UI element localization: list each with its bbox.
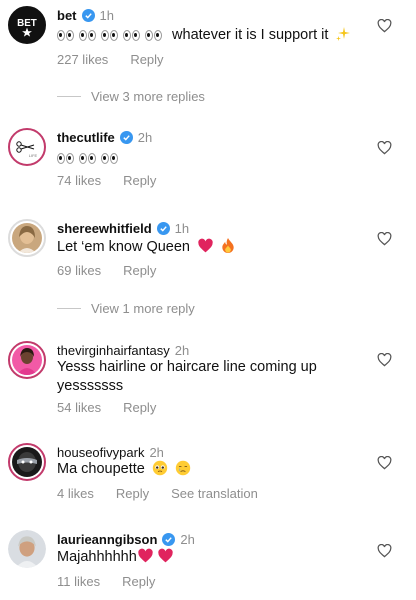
- pleading-face-icon: [152, 460, 168, 476]
- view-more-replies[interactable]: View 1 more reply: [57, 301, 195, 316]
- bet-logo-icon: BET: [10, 8, 44, 42]
- avatar[interactable]: [8, 443, 46, 481]
- comment-item: thevirginhairfantasy 2h Yesss hairline o…: [0, 337, 416, 417]
- comment-header: laurieanngibson 2h: [57, 532, 195, 547]
- eyes-emoji-icon: [57, 152, 118, 164]
- heart-outline-icon[interactable]: [377, 456, 392, 470]
- profile-photo: [8, 530, 46, 568]
- timestamp: 2h: [180, 532, 195, 547]
- comment-meta: 227 likes Reply: [57, 52, 164, 67]
- comment-text: Ma choupette: [57, 460, 191, 479]
- reply-button[interactable]: Reply: [123, 263, 156, 278]
- username[interactable]: houseofivypark: [57, 445, 144, 460]
- comment-text: Let ‘em know Queen: [57, 237, 235, 257]
- red-heart-icon: [158, 548, 173, 563]
- avatar[interactable]: [8, 341, 46, 379]
- username[interactable]: thecutlife: [57, 130, 115, 145]
- sparkles-icon: [336, 27, 351, 41]
- verified-badge-icon: [162, 533, 176, 546]
- divider: [57, 308, 81, 309]
- red-heart-icon: [198, 238, 213, 253]
- comment-meta: 74 likes Reply: [57, 173, 156, 188]
- comment-item: LIFE thecutlife 2h 74 likes Reply: [0, 122, 416, 202]
- likes-count[interactable]: 11 likes: [57, 574, 100, 589]
- eyes-emoji-icon: [57, 29, 162, 41]
- comment-header: thecutlife 2h: [57, 130, 152, 145]
- svg-text:LIFE: LIFE: [29, 153, 38, 158]
- divider: [57, 96, 81, 97]
- comment-header: thevirginhairfantasy 2h: [57, 343, 189, 358]
- view-more-replies[interactable]: View 3 more replies: [57, 89, 205, 104]
- username[interactable]: shereewhitfield: [57, 221, 152, 236]
- heart-outline-icon[interactable]: [377, 19, 392, 33]
- timestamp: 1h: [174, 221, 190, 236]
- likes-count[interactable]: 69 likes: [57, 263, 101, 278]
- crying-face-icon: [175, 460, 191, 476]
- username[interactable]: laurieanngibson: [57, 532, 157, 547]
- likes-count[interactable]: 4 likes: [57, 486, 94, 501]
- profile-photo: [12, 345, 42, 375]
- heart-outline-icon[interactable]: [377, 141, 392, 155]
- timestamp: 2h: [174, 343, 190, 358]
- avatar[interactable]: BET: [8, 6, 46, 44]
- username[interactable]: bet: [57, 8, 77, 23]
- verified-badge-icon: [156, 222, 170, 235]
- comment-meta: 69 likes Reply: [57, 263, 156, 278]
- reply-button[interactable]: Reply: [123, 400, 156, 415]
- verified-badge-icon: [81, 9, 95, 22]
- red-heart-icon: [138, 548, 153, 563]
- reply-button[interactable]: Reply: [123, 173, 156, 188]
- comment-text: Majahhhhhh: [57, 548, 174, 567]
- verified-badge-icon: [119, 131, 133, 144]
- comment-item: laurieanngibson 2h Majahhhhhh 11 likes R…: [0, 528, 416, 600]
- profile-photo: [12, 447, 42, 477]
- likes-count[interactable]: 74 likes: [57, 173, 101, 188]
- comment-text: [57, 149, 118, 168]
- comment-header: houseofivypark 2h: [57, 445, 164, 460]
- timestamp: 2h: [137, 130, 153, 145]
- reply-button[interactable]: Reply: [116, 486, 149, 501]
- comment-meta: 11 likes Reply: [57, 574, 155, 589]
- avatar-text: BET: [17, 18, 37, 29]
- heart-outline-icon[interactable]: [377, 353, 392, 367]
- avatar[interactable]: [8, 530, 46, 568]
- timestamp: 2h: [149, 445, 164, 460]
- fire-icon: [222, 237, 234, 254]
- avatar[interactable]: LIFE: [8, 128, 46, 166]
- comment-meta: 4 likes Reply See translation: [57, 486, 258, 501]
- timestamp: 1h: [99, 8, 114, 23]
- heart-outline-icon[interactable]: [377, 232, 392, 246]
- comment-text: whatever it is I support it: [57, 26, 351, 45]
- reply-button[interactable]: Reply: [122, 574, 155, 589]
- comment-header: bet 1h: [57, 8, 114, 23]
- comment-text: Yesss hairline or haircare line coming u…: [57, 359, 317, 394]
- scissors-logo-icon: LIFE: [12, 132, 42, 162]
- likes-count[interactable]: 227 likes: [57, 52, 108, 67]
- comment-item: BET bet 1h whatever it is I support it 2…: [0, 0, 416, 110]
- comment-header: shereewhitfield 1h: [57, 221, 189, 236]
- comment-item: shereewhitfield 1h Let ‘em know Queen 69…: [0, 213, 416, 318]
- see-translation-button[interactable]: See translation: [171, 486, 258, 501]
- comment-item: houseofivypark 2h Ma choupette 4 likes R…: [0, 440, 416, 510]
- likes-count[interactable]: 54 likes: [57, 400, 101, 415]
- heart-outline-icon[interactable]: [377, 544, 392, 558]
- comment-meta: 54 likes Reply: [57, 400, 156, 415]
- avatar[interactable]: [8, 219, 46, 257]
- username[interactable]: thevirginhairfantasy: [57, 343, 170, 358]
- profile-photo: [12, 223, 42, 253]
- reply-button[interactable]: Reply: [130, 52, 163, 67]
